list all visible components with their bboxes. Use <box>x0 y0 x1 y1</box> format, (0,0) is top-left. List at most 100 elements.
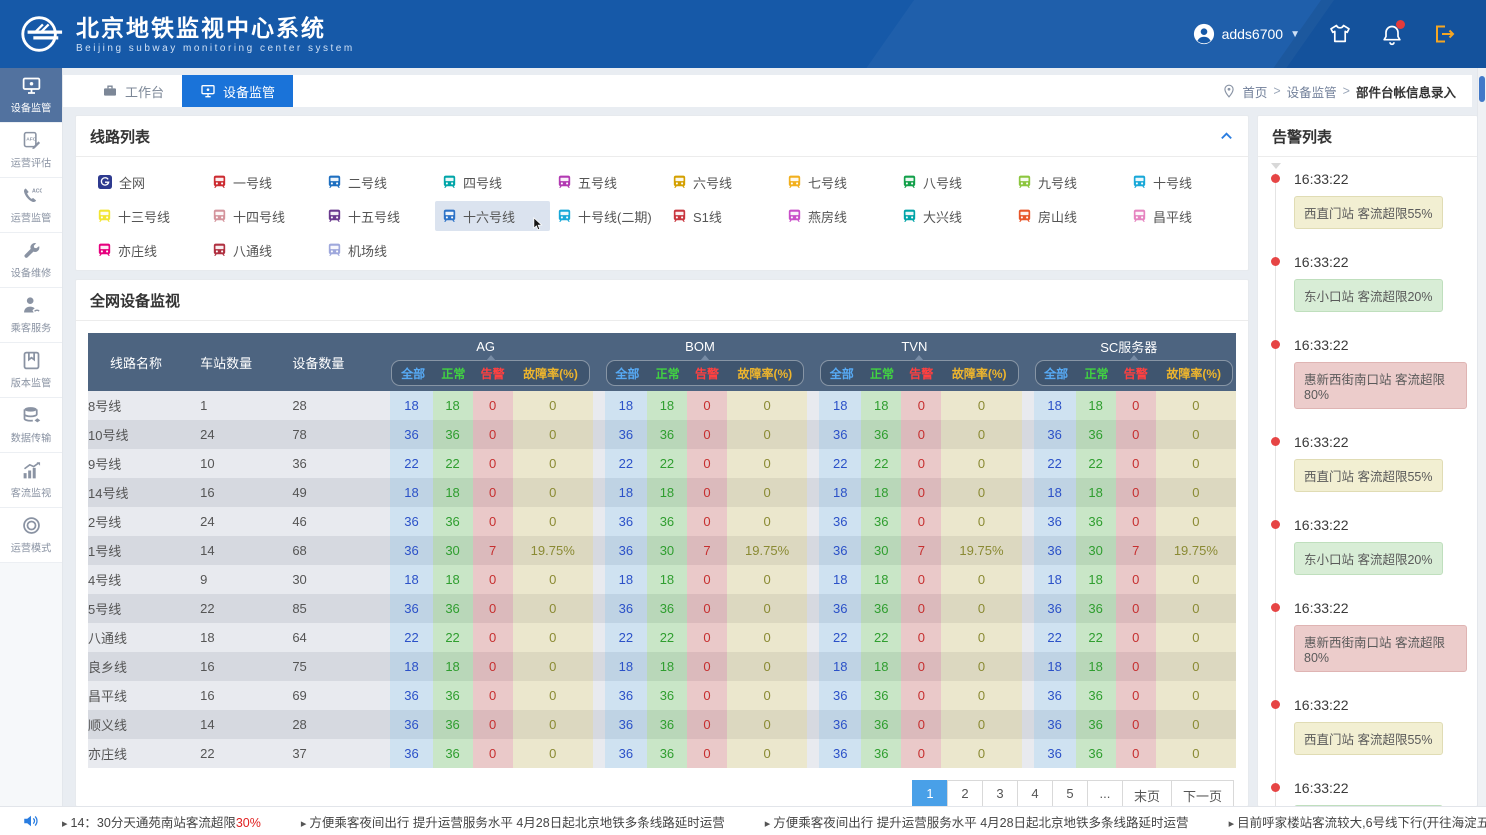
page-末页[interactable]: 末页 <box>1122 780 1172 807</box>
sidebar-item-运营评估[interactable]: AFC运营评估 <box>0 123 62 178</box>
tab-设备监管[interactable]: 设备监管 <box>182 75 293 107</box>
alarm-message[interactable]: 西直门站 客流超限55% <box>1294 722 1443 755</box>
line-item-十六号线[interactable]: 十六号线 <box>435 201 550 231</box>
line-item-机场线[interactable]: 机场线 <box>320 235 435 265</box>
line-item-四号线[interactable]: 四号线 <box>435 167 550 197</box>
tab-工作台[interactable]: 工作台 <box>84 75 182 107</box>
ticker-message: ▸方便乘客夜间出行 提升运营服务水平 4月28日起北京地铁多条线路延时运营 <box>301 812 725 831</box>
collapse-chevron-up-icon[interactable] <box>1219 129 1234 144</box>
alarm-message[interactable]: 惠新西街南口站 客流超限80% <box>1294 362 1467 409</box>
line-item-六号线[interactable]: 六号线 <box>665 167 780 197</box>
alarm-message[interactable]: 东小口站 客流超限20% <box>1294 542 1443 575</box>
avatar <box>1193 23 1215 45</box>
sidebar-item-版本监管[interactable]: 版本监管 <box>0 343 62 398</box>
alarm-dot-icon <box>1271 603 1280 612</box>
table-row-1号线[interactable]: 1号线14683630719.75%3630719.75%3630719.75%… <box>88 536 1236 565</box>
page-5[interactable]: 5 <box>1052 780 1088 807</box>
user-menu[interactable]: adds6700 ▼ <box>1193 23 1300 45</box>
line-item-五号线[interactable]: 五号线 <box>550 167 665 197</box>
table-row-顺义线[interactable]: 顺义线1428363600363600363600363600 <box>88 710 1236 739</box>
page-scrollbar-thumb[interactable] <box>1479 76 1485 102</box>
line-item-十四号线[interactable]: 十四号线 <box>205 201 320 231</box>
train-icon <box>788 175 801 190</box>
line-item-十号线[interactable]: 十号线 <box>1125 167 1240 197</box>
line-item-昌平线[interactable]: 昌平线 <box>1125 201 1240 231</box>
breadcrumb-item[interactable]: 设备监管 <box>1287 82 1337 101</box>
alarm-item: 16:33:22西直门站 客流超限55% <box>1272 434 1467 492</box>
page-下一页[interactable]: 下一页 <box>1171 780 1234 807</box>
speaker-icon <box>22 812 40 830</box>
breadcrumb-item[interactable]: 首页 <box>1242 82 1267 101</box>
alarm-message[interactable]: 惠新西街南口站 客流超限80% <box>1294 625 1467 672</box>
sidebar-item-数据传输[interactable]: 数据传输 <box>0 398 62 453</box>
line-item-亦庄线[interactable]: 亦庄线 <box>90 235 205 265</box>
ticker-message: ▸14：30分天通苑南站客流超限30% <box>62 812 261 831</box>
triangle-bullet-icon: ▸ <box>1229 818 1235 830</box>
train-icon <box>558 175 571 190</box>
table-row-10号线[interactable]: 10号线2478363600363600363600363600 <box>88 420 1236 449</box>
flow-chart-icon <box>21 460 42 481</box>
line-item-九号线[interactable]: 九号线 <box>1010 167 1125 197</box>
table-row-良乡线[interactable]: 良乡线1675181800181800181800181800 <box>88 652 1236 681</box>
sidebar-item-运营模式[interactable]: 运营模式 <box>0 508 62 563</box>
app-title: 北京地铁监视中心系统 <box>76 15 355 41</box>
bookmark-icon <box>21 350 42 371</box>
triangle-bullet-icon: ▸ <box>301 818 307 830</box>
page-...[interactable]: ... <box>1087 780 1123 807</box>
pagination: 12345...末页下一页 <box>76 768 1248 807</box>
alarm-message[interactable]: 西直门站 客流超限55% <box>1294 196 1443 229</box>
line-item-八号线[interactable]: 八号线 <box>895 167 1010 197</box>
alarm-dot-icon <box>1271 174 1280 183</box>
table-row-8号线[interactable]: 8号线128181800181800181800181800 <box>88 391 1236 420</box>
page-3[interactable]: 3 <box>982 780 1018 807</box>
train-icon <box>98 243 111 258</box>
line-item-二号线[interactable]: 二号线 <box>320 167 435 197</box>
device-monitor-title: 全网设备监视 <box>90 290 180 311</box>
alarm-message[interactable]: 西直门站 客流超限55% <box>1294 459 1443 492</box>
sidebar-item-乘客服务[interactable]: 乘客服务 <box>0 288 62 343</box>
notifications-bell-icon[interactable] <box>1380 22 1404 46</box>
alarm-item: 16:33:22东小口站 客流超限20% <box>1272 517 1467 575</box>
line-grid: 全网一号线二号线四号线五号线六号线七号线八号线九号线十号线十三号线十四号线十五号… <box>76 157 1248 265</box>
monitor-icon <box>21 75 42 96</box>
page-4[interactable]: 4 <box>1017 780 1053 807</box>
table-row-9号线[interactable]: 9号线1036222200222200222200222200 <box>88 449 1236 478</box>
table-row-5号线[interactable]: 5号线2285363600363600363600363600 <box>88 594 1236 623</box>
page-2[interactable]: 2 <box>947 780 983 807</box>
sidebar-item-设备监管[interactable]: 设备监管 <box>0 68 62 123</box>
sidebar-item-设备维修[interactable]: 设备维修 <box>0 233 62 288</box>
theme-skin-icon[interactable] <box>1328 22 1352 46</box>
table-row-昌平线[interactable]: 昌平线1669363600363600363600363600 <box>88 681 1236 710</box>
train-icon <box>903 175 916 190</box>
sidebar-item-客流监视[interactable]: 客流监视 <box>0 453 62 508</box>
sidebar-item-运营监管[interactable]: ACC运营监管 <box>0 178 62 233</box>
line-item-十号线(二期)[interactable]: 十号线(二期) <box>550 201 665 231</box>
train-icon <box>903 209 916 224</box>
alarm-time: 16:33:22 <box>1294 697 1467 713</box>
device-table: 线路名称车站数量设备数量AGBOMTVNSC服务器全部正常告警故障率(%)全部正… <box>88 333 1236 768</box>
line-item-大兴线[interactable]: 大兴线 <box>895 201 1010 231</box>
table-row-八通线[interactable]: 八通线1864222200222200222200222200 <box>88 623 1236 652</box>
table-row-14号线[interactable]: 14号线1649181800181800181800181800 <box>88 478 1236 507</box>
line-item-房山线[interactable]: 房山线 <box>1010 201 1125 231</box>
line-item-七号线[interactable]: 七号线 <box>780 167 895 197</box>
sub-header: 告警 <box>1116 365 1155 382</box>
alarm-message[interactable]: 东小口站 客流超限20% <box>1294 279 1443 312</box>
line-item-十三号线[interactable]: 十三号线 <box>90 201 205 231</box>
line-item-八通线[interactable]: 八通线 <box>205 235 320 265</box>
app-subtitle: Beijing subway monitoring center system <box>76 43 355 54</box>
table-row-2号线[interactable]: 2号线2446363600363600363600363600 <box>88 507 1236 536</box>
alarm-item: 16:33:22西直门站 客流超限55% <box>1272 171 1467 229</box>
line-item-全网[interactable]: 全网 <box>90 167 205 197</box>
page-1[interactable]: 1 <box>912 780 948 807</box>
network-icon <box>98 175 112 189</box>
line-item-一号线[interactable]: 一号线 <box>205 167 320 197</box>
table-row-4号线[interactable]: 4号线930181800181800181800181800 <box>88 565 1236 594</box>
logout-icon[interactable] <box>1432 22 1456 46</box>
line-item-燕房线[interactable]: 燕房线 <box>780 201 895 231</box>
line-item-十五号线[interactable]: 十五号线 <box>320 201 435 231</box>
pin-icon <box>1222 84 1236 98</box>
page-scrollbar-track[interactable] <box>1477 68 1486 807</box>
table-row-亦庄线[interactable]: 亦庄线2237363600363600363600363600 <box>88 739 1236 768</box>
line-item-S1线[interactable]: S1线 <box>665 201 780 231</box>
